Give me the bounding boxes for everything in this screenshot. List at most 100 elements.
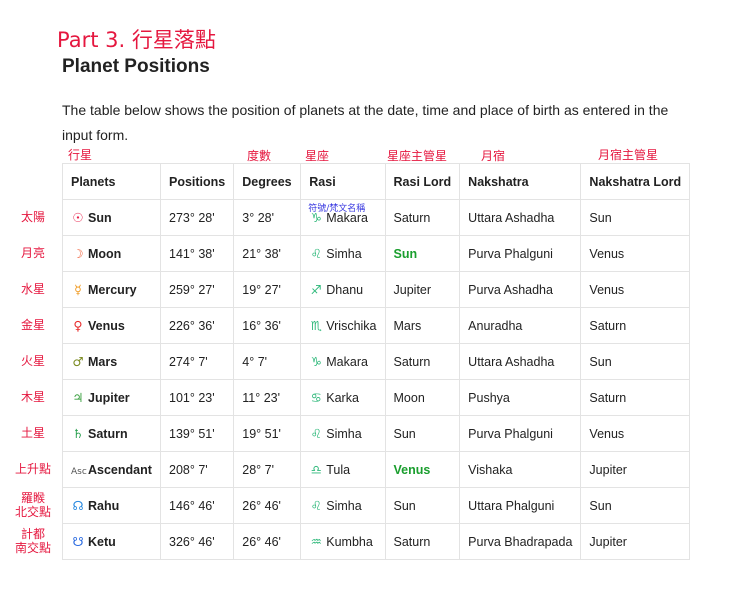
column-header: Planets xyxy=(62,163,161,200)
column-header: Nakshatra Lord xyxy=(580,163,691,200)
planet-glyph-icon: ☋ xyxy=(72,534,84,549)
rasi-lord-cell: Saturn xyxy=(384,343,461,380)
zodiac-sign-icon: ♐ xyxy=(310,282,322,297)
table-row: ☿ Mercury 259° 27' 19° 27' ♐ Dhanu Jupiter… xyxy=(62,271,691,308)
planet-name: Ascendant xyxy=(88,462,152,477)
planet-glyph-icon: ♄ xyxy=(72,426,84,441)
table-row: ♃ Jupiter 101° 23' 11° 23' ♋ Karka Moon Pu… xyxy=(62,379,691,416)
annotation-degrees: 度數 xyxy=(247,149,272,163)
table-row: AscAscendant 208° 7' 28° 7' ♎ Tula Venus … xyxy=(62,451,691,488)
rasi-cell: 符號/梵文名稱 ♑ Makara xyxy=(300,199,386,236)
planet-cell: ♃ Jupiter xyxy=(62,379,161,416)
chinese-planet-label: 月亮 xyxy=(20,246,45,260)
planet-name: Venus xyxy=(88,319,125,333)
planet-name: Rahu xyxy=(88,499,120,513)
rasi-name: Simha xyxy=(326,499,362,513)
position-cell: 259° 27' xyxy=(159,271,235,308)
planet-name: Mars xyxy=(88,355,118,369)
planet-name: Moon xyxy=(88,247,122,261)
nakshatra-lord-cell: Venus xyxy=(580,271,691,308)
planet-glyph-icon: Asc xyxy=(71,466,87,477)
rasi-cell: ♌ Simha xyxy=(300,235,386,272)
planet-name: Sun xyxy=(88,211,112,225)
rasi-lord-cell: Mars xyxy=(384,307,461,344)
zodiac-sign-icon: ♑ xyxy=(310,354,322,369)
rasi-cell: ♌ Simha xyxy=(300,487,386,524)
rasi-cell: ♎ Tula xyxy=(300,451,386,488)
zodiac-sign-icon: ♏ xyxy=(310,318,322,333)
annotation-nakshatra-lord: 月宿主管星 xyxy=(598,148,659,162)
rasi-lord-cell: Saturn xyxy=(384,523,461,560)
rasi-lord-cell: Sun xyxy=(384,235,461,272)
annotation-rasi-lord: 星座主管星 xyxy=(387,149,448,163)
rasi-cell: ♏ Vrischika xyxy=(300,307,386,344)
zodiac-sign-icon: ♌ xyxy=(310,498,322,513)
position-cell: 141° 38' xyxy=(159,235,235,272)
table-row: ☊ Rahu 146° 46' 26° 46' ♌ Simha Sun Uttara… xyxy=(62,487,691,524)
chinese-planet-label: 上升點 xyxy=(14,462,51,476)
planet-cell: ♀ Venus xyxy=(62,307,161,344)
table-row: ☋ Ketu 326° 46' 26° 46' ♒ Kumbha Saturn Pu… xyxy=(62,523,691,560)
zodiac-sign-icon: ♌ xyxy=(310,426,322,441)
rasi-lord-cell: Sun xyxy=(384,415,461,452)
annotation-nakshatra: 月宿 xyxy=(481,149,506,163)
rasi-lord-cell: Saturn xyxy=(384,199,461,236)
nakshatra-lord-cell: Sun xyxy=(580,343,691,380)
planet-glyph-icon: ☉ xyxy=(72,210,84,225)
nakshatra-lord-cell: Jupiter xyxy=(580,523,691,560)
table-row: ☽ Moon 141° 38' 21° 38' ♌ Simha Sun Purva … xyxy=(62,235,691,272)
planet-cell: AscAscendant xyxy=(62,451,161,488)
nakshatra-cell: Purva Ashadha xyxy=(459,271,582,308)
position-cell: 101° 23' xyxy=(159,379,235,416)
position-cell: 274° 7' xyxy=(159,343,235,380)
position-cell: 139° 51' xyxy=(159,415,235,452)
planet-positions-table: Planets Positions Degrees Rasi Rasi Lord Naks… xyxy=(62,163,691,560)
degree-cell: 28° 7' xyxy=(233,451,302,488)
rasi-name: Karka xyxy=(326,391,359,405)
nakshatra-lord-cell: Venus xyxy=(580,235,691,272)
zodiac-sign-icon: ♋ xyxy=(310,390,322,405)
degree-cell: 16° 36' xyxy=(233,307,302,344)
nakshatra-cell: Purva Phalguni xyxy=(459,235,582,272)
column-header: Degrees xyxy=(233,163,302,200)
part-title: Part 3. 行星落點 xyxy=(57,28,216,52)
nakshatra-lord-cell: Saturn xyxy=(580,379,691,416)
degree-cell: 4° 7' xyxy=(233,343,302,380)
nakshatra-cell: Uttara Phalguni xyxy=(459,487,582,524)
degree-cell: 11° 23' xyxy=(233,379,302,416)
position-cell: 326° 46' xyxy=(159,523,235,560)
chinese-planet-label: 木星 xyxy=(20,390,45,404)
table-row: ♂ Mars 274° 7' 4° 7' ♑ Makara Saturn Uttar… xyxy=(62,343,691,380)
rasi-cell: ♌ Simha xyxy=(300,415,386,452)
planet-cell: ☉ Sun xyxy=(62,199,161,236)
chinese-planet-label: 金星 xyxy=(20,318,45,332)
rasi-cell: ♑ Makara xyxy=(300,343,386,380)
position-cell: 226° 36' xyxy=(159,307,235,344)
position-cell: 273° 28' xyxy=(159,199,235,236)
chinese-planet-label: 羅睺 北交點 xyxy=(14,491,51,519)
rasi-lord-cell: Venus xyxy=(384,451,461,488)
planet-name: Saturn xyxy=(88,427,128,441)
rasi-name: Makara xyxy=(326,355,368,369)
planet-cell: ☽ Moon xyxy=(62,235,161,272)
position-cell: 208° 7' xyxy=(159,451,235,488)
planet-cell: ☋ Ketu xyxy=(62,523,161,560)
rasi-note: 符號/梵文名稱 xyxy=(308,204,366,214)
degree-cell: 3° 28' xyxy=(233,199,302,236)
intro-text: The table below shows the position of pl… xyxy=(62,102,669,143)
degree-cell: 26° 46' xyxy=(233,523,302,560)
chinese-planet-label: 土星 xyxy=(20,426,45,440)
planet-name: Ketu xyxy=(88,535,116,549)
planet-glyph-icon: ♀ xyxy=(73,318,83,333)
annotation-rasi: 星座 xyxy=(305,149,330,163)
nakshatra-cell: Purva Bhadrapada xyxy=(459,523,582,560)
nakshatra-cell: Pushya xyxy=(459,379,582,416)
nakshatra-lord-cell: Saturn xyxy=(580,307,691,344)
table-row: ☉ Sun 273° 28' 3° 28' 符號/梵文名稱 ♑ Makara Satu… xyxy=(62,199,691,236)
nakshatra-cell: Purva Phalguni xyxy=(459,415,582,452)
planet-glyph-icon: ♂ xyxy=(72,354,84,369)
rasi-name: Tula xyxy=(326,463,351,477)
page-title: Planet Positions xyxy=(62,56,210,77)
zodiac-sign-icon: ♎ xyxy=(310,462,322,477)
chinese-planet-label: 太陽 xyxy=(20,210,45,224)
